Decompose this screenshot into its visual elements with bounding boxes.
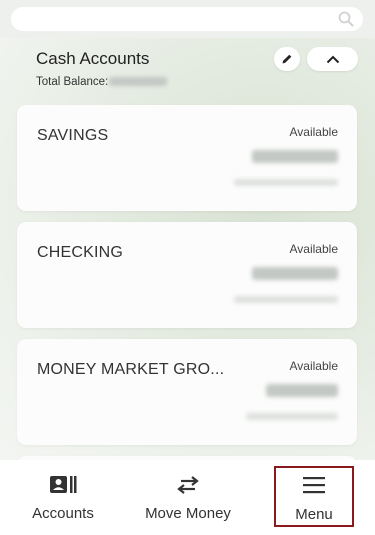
account-current-balance bbox=[246, 413, 338, 420]
cash-accounts-title: Cash Accounts bbox=[36, 49, 150, 68]
tab-accounts-label: Accounts bbox=[32, 505, 94, 522]
account-balance bbox=[252, 267, 338, 280]
chevron-up-icon bbox=[326, 55, 339, 63]
bottom-tab-bar: Accounts Move Money Menu bbox=[0, 460, 375, 535]
total-balance-label: Total Balance: bbox=[36, 76, 109, 88]
transfer-arrows-icon bbox=[177, 476, 199, 494]
accounts-icon bbox=[50, 476, 77, 493]
available-label: Available bbox=[289, 125, 338, 139]
account-current-balance bbox=[234, 296, 338, 303]
account-card-money-market[interactable]: MONEY MARKET GRO... Available bbox=[17, 339, 357, 445]
edit-button[interactable] bbox=[274, 47, 300, 71]
account-balance bbox=[266, 384, 338, 397]
account-card-checking[interactable]: CHECKING Available bbox=[17, 222, 357, 328]
cash-accounts-panel: Cash Accounts Total Balance: SAVINGS Ava… bbox=[0, 38, 375, 460]
account-card-savings[interactable]: SAVINGS Available bbox=[17, 105, 357, 211]
search-input[interactable] bbox=[11, 7, 363, 31]
tab-accounts[interactable]: Accounts bbox=[18, 460, 108, 526]
pencil-icon bbox=[282, 54, 292, 64]
top-bar bbox=[0, 0, 375, 38]
total-balance: Total Balance: bbox=[36, 76, 168, 88]
available-label: Available bbox=[289, 359, 338, 373]
account-name: SAVINGS bbox=[37, 127, 109, 144]
tab-move-money[interactable]: Move Money bbox=[133, 460, 243, 526]
available-label: Available bbox=[289, 242, 338, 256]
search-icon bbox=[338, 11, 354, 27]
total-balance-value bbox=[109, 77, 168, 87]
account-name: MONEY MARKET GRO... bbox=[37, 361, 225, 378]
tab-move-money-label: Move Money bbox=[145, 505, 231, 522]
account-name: CHECKING bbox=[37, 244, 124, 261]
account-current-balance bbox=[234, 179, 338, 186]
account-balance bbox=[252, 150, 338, 163]
tab-menu[interactable]: Menu bbox=[274, 466, 354, 527]
hamburger-menu-icon bbox=[303, 477, 325, 494]
collapse-button[interactable] bbox=[307, 47, 358, 71]
tab-menu-label: Menu bbox=[295, 506, 333, 523]
